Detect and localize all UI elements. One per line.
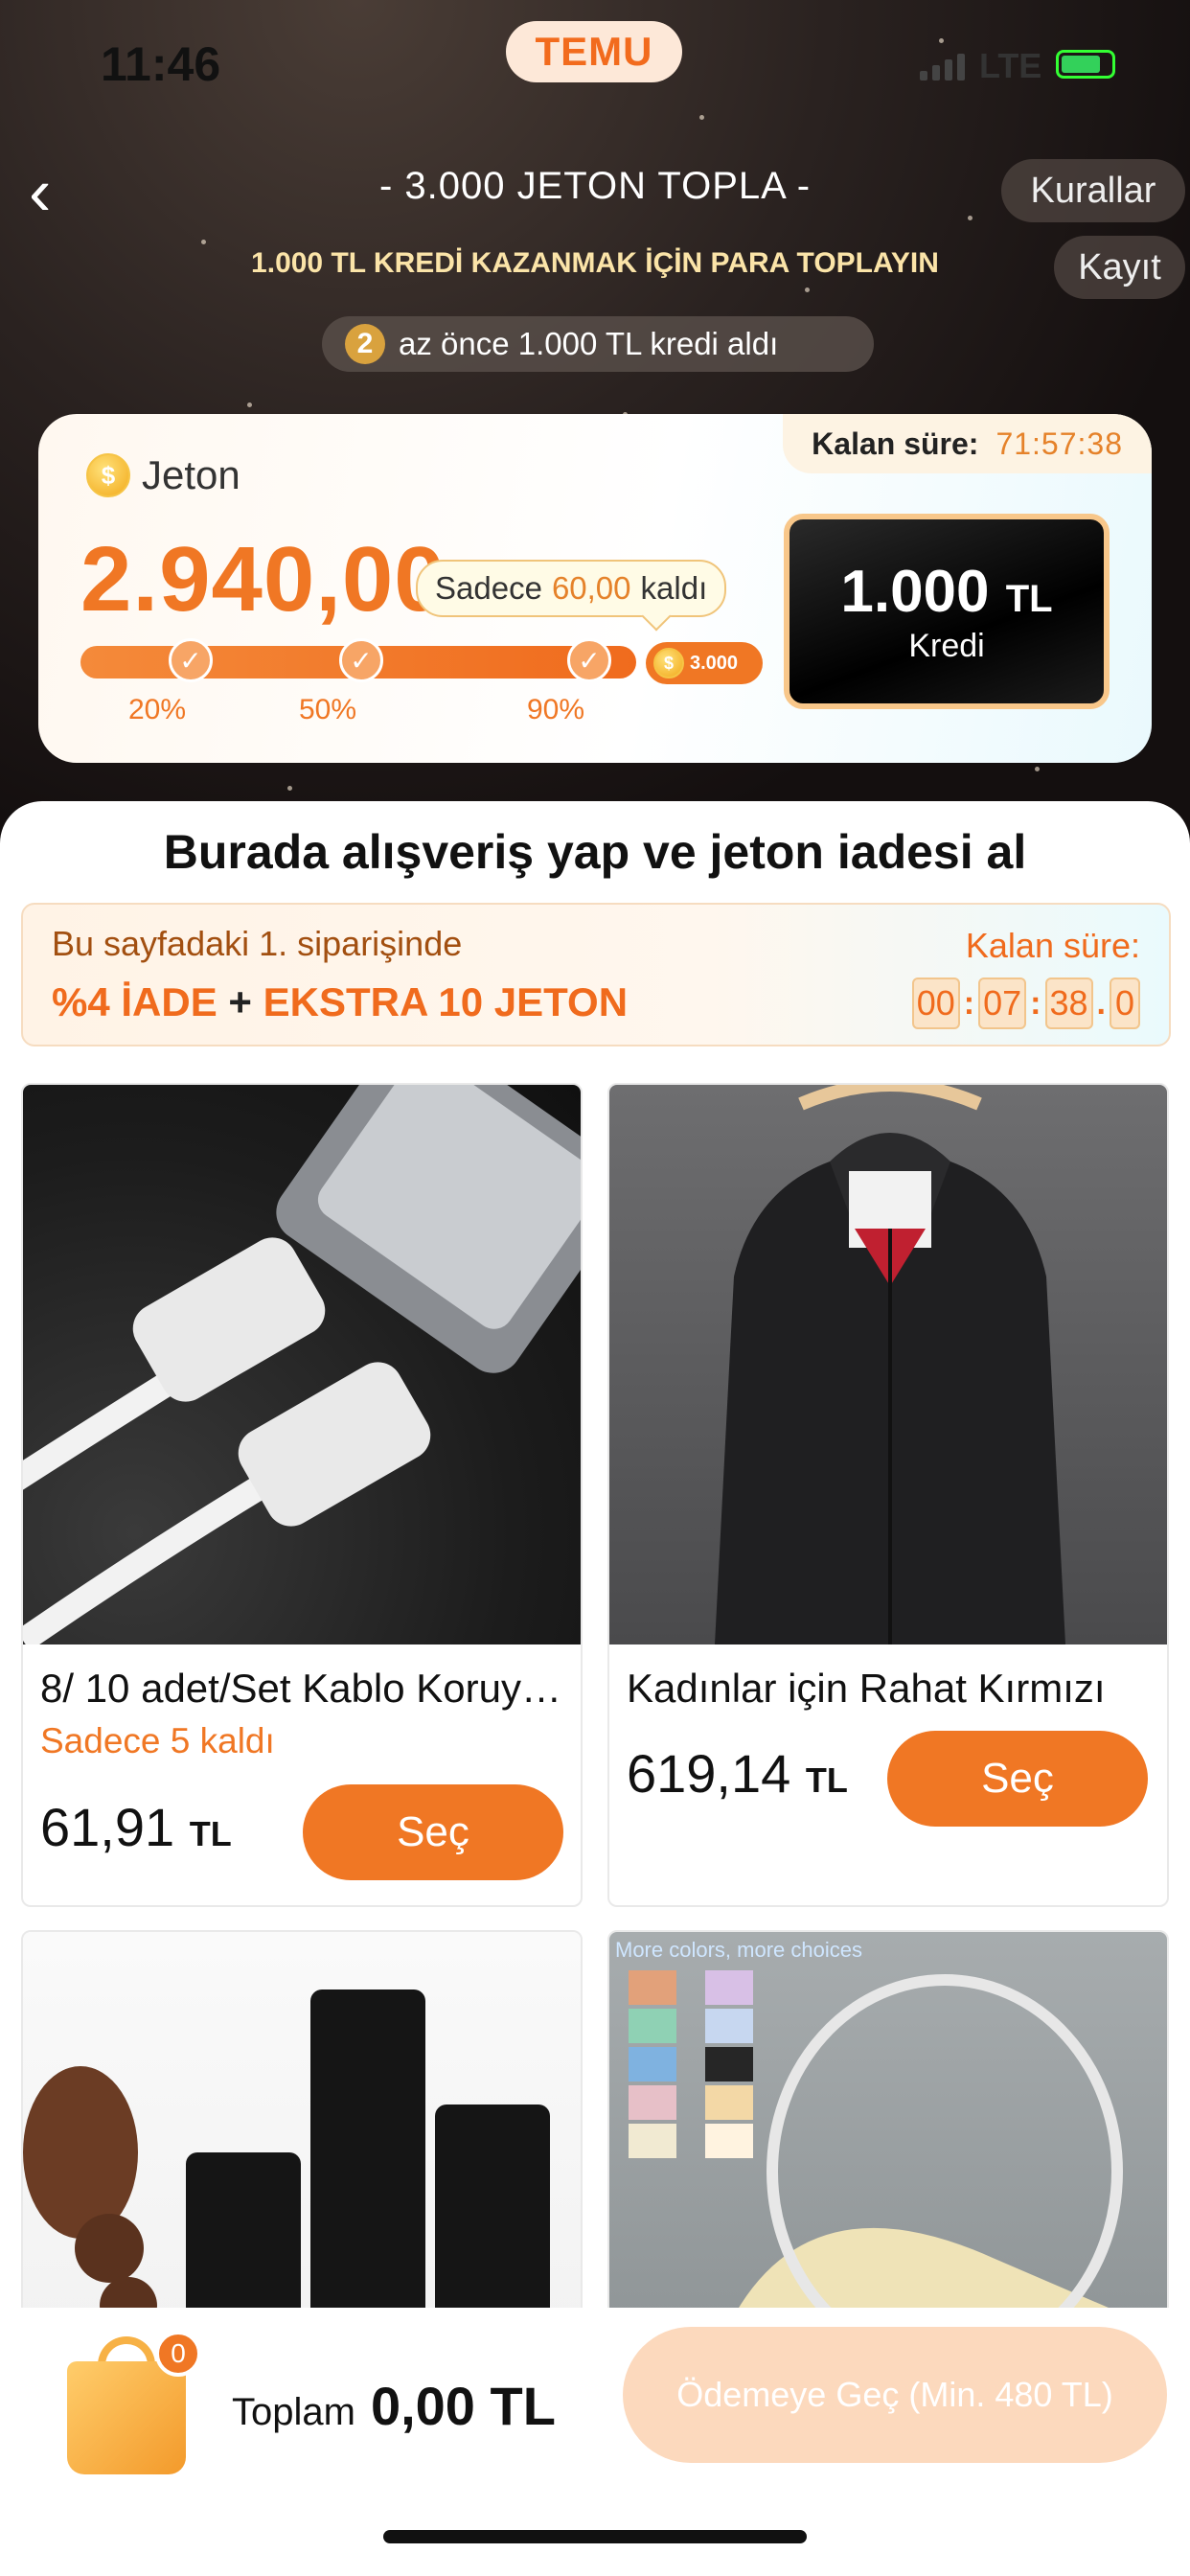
temu-app-badge[interactable]: TEMU bbox=[506, 21, 682, 82]
remaining-bubble: Sadece 60,00 kaldı bbox=[416, 560, 727, 617]
select-button[interactable]: Seç bbox=[303, 1784, 563, 1880]
milestone-check-icon: ✓ bbox=[169, 638, 213, 682]
product-image[interactable] bbox=[23, 1932, 581, 2331]
product-currency: TL bbox=[189, 1814, 232, 1853]
product-title[interactable]: Kadınlar için Rahat Kırmızı bbox=[627, 1666, 1154, 1712]
promo-plus: + bbox=[228, 979, 252, 1024]
product-card[interactable] bbox=[21, 1930, 583, 2333]
product-currency: TL bbox=[805, 1760, 848, 1800]
promo-countdown: 00 : 07 : 38 . 0 bbox=[911, 978, 1140, 1029]
promo-timer-label: Kalan süre: bbox=[965, 926, 1140, 965]
countdown-hours: 00 bbox=[911, 978, 960, 1029]
milestone-check-icon: ✓ bbox=[339, 638, 383, 682]
notice-number: 2 bbox=[345, 324, 385, 364]
goal-label: 3.000 bbox=[690, 652, 739, 674]
coin-icon: $ bbox=[86, 453, 130, 497]
goal-badge: $ 3.000 bbox=[646, 642, 763, 684]
promo-offer: %4 İADE + EKSTRA 10 JETON bbox=[52, 979, 628, 1025]
product-price-value: 61,91 bbox=[40, 1797, 175, 1857]
checkout-button[interactable]: Ödemeye Geç (Min. 480 TL) bbox=[623, 2327, 1167, 2463]
credit-amount: 1.000 bbox=[840, 559, 990, 625]
credit-reward-box[interactable]: 1.000 TL Kredi bbox=[784, 514, 1110, 709]
activity-notice: 2 az önce 1.000 TL kredi aldı bbox=[322, 316, 874, 372]
credit-currency: TL bbox=[1005, 578, 1053, 620]
status-time: 11:46 bbox=[101, 37, 221, 91]
battery-icon bbox=[1056, 50, 1115, 79]
home-indicator[interactable] bbox=[383, 2530, 807, 2543]
product-card[interactable]: Kadınlar için Rahat Kırmızı 619,14 TL Se… bbox=[607, 1083, 1169, 1907]
promo-extra: EKSTRA 10 JETON bbox=[263, 979, 629, 1024]
countdown-minutes: 07 bbox=[978, 978, 1027, 1029]
cart-total: Toplam 0,00 TL bbox=[232, 2375, 556, 2437]
countdown-seconds: 38 bbox=[1044, 978, 1093, 1029]
notice-text: az önce 1.000 TL kredi aldı bbox=[399, 326, 779, 361]
total-value: 0,00 TL bbox=[370, 2376, 556, 2436]
coin-amount: 2.940,00 bbox=[80, 528, 446, 631]
status-bar: 11:46 TEMU LTE bbox=[0, 0, 1190, 125]
product-card[interactable]: 8/ 10 adet/Set Kablo Koruyucu Sadece 5 k… bbox=[21, 1083, 583, 1907]
milestone-label: 20% bbox=[128, 694, 187, 725]
milestone-check-icon: ✓ bbox=[567, 638, 611, 682]
product-image[interactable] bbox=[23, 1085, 581, 1651]
credit-label: Kredi bbox=[908, 628, 985, 664]
signal-icon bbox=[920, 54, 965, 80]
coin-progress-card: Kalan süre: 71:57:38 $ Jeton 2.940,00 Sa… bbox=[38, 414, 1152, 763]
promo-line: Bu sayfadaki 1. siparişinde bbox=[52, 924, 463, 963]
countdown-tenths: 0 bbox=[1110, 978, 1140, 1029]
card-timer: Kalan süre: 71:57:38 bbox=[783, 414, 1152, 473]
jeton-header: $ Jeton bbox=[86, 452, 240, 498]
remaining-suffix: kaldı bbox=[640, 570, 708, 606]
card-timer-value: 71:57:38 bbox=[995, 426, 1123, 461]
milestone-label: 90% bbox=[527, 694, 585, 725]
page-subtitle: 1.000 TL KREDİ KAZANMAK İÇİN PARA TOPLAY… bbox=[251, 247, 939, 279]
network-type: LTE bbox=[979, 46, 1042, 85]
product-image[interactable]: More colors, more choices bbox=[609, 1932, 1167, 2331]
cart-icon[interactable]: 0 bbox=[67, 2331, 201, 2474]
promo-refund: %4 İADE bbox=[52, 979, 217, 1024]
remaining-value: 60,00 bbox=[551, 570, 631, 606]
jeton-label: Jeton bbox=[142, 452, 240, 497]
remaining-prefix: Sadece bbox=[435, 570, 542, 606]
section-title: Burada alışveriş yap ve jeton iadesi al bbox=[163, 825, 1027, 879]
credit-amount-line: 1.000 TL bbox=[840, 558, 1052, 626]
select-button[interactable]: Seç bbox=[887, 1731, 1148, 1827]
total-label: Toplam bbox=[232, 2391, 355, 2433]
coin-icon: $ bbox=[653, 648, 684, 678]
milestone-label: 50% bbox=[299, 694, 357, 725]
product-stock: Sadece 5 kaldı bbox=[40, 1721, 275, 1760]
card-timer-label: Kalan süre: bbox=[812, 426, 979, 461]
promo-banner: Bu sayfadaki 1. siparişinde %4 İADE + EK… bbox=[21, 903, 1171, 1046]
record-button[interactable]: Kayıt bbox=[1054, 236, 1185, 299]
cart-count-badge: 0 bbox=[155, 2331, 201, 2377]
product-price: 619,14 TL bbox=[627, 1742, 848, 1805]
product-image[interactable] bbox=[609, 1085, 1167, 1644]
product-card[interactable]: More colors, more choices bbox=[607, 1930, 1169, 2333]
product-price-value: 619,14 bbox=[627, 1743, 791, 1804]
rules-button[interactable]: Kurallar bbox=[1001, 159, 1185, 222]
coin-progress-bar: ✓ ✓ ✓ bbox=[80, 638, 636, 682]
product-overlay-text: More colors, more choices bbox=[615, 1938, 862, 1962]
product-price: 61,91 TL bbox=[40, 1796, 232, 1858]
product-title[interactable]: 8/ 10 adet/Set Kablo Koruyucu bbox=[40, 1666, 567, 1712]
